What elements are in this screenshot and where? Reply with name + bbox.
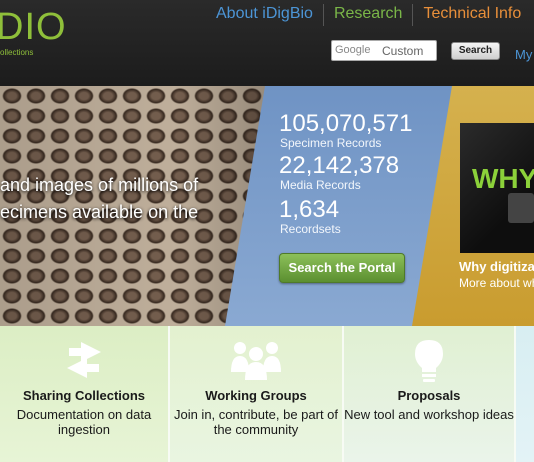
search-button[interactable]: Search — [451, 42, 500, 60]
video-more-link[interactable]: More about wh — [459, 276, 534, 290]
hero-banner: and images of millions of ecimens availa… — [0, 86, 534, 326]
main-nav: About iDigBio Research Technical Info — [206, 4, 531, 26]
recordsets-label: Recordsets — [280, 222, 341, 236]
media-records-label: Media Records — [280, 178, 361, 192]
camera-icon — [508, 193, 534, 223]
specimen-records-count: 105,070,571 — [279, 110, 413, 137]
media-records-count: 22,142,378 — [279, 152, 400, 179]
tile-title: Proposals — [397, 388, 461, 403]
nav-technical-info[interactable]: Technical Info — [413, 4, 531, 26]
tile-sharing-collections[interactable]: Sharing Collections Documentation on dat… — [0, 326, 168, 462]
site-header: DIO ollections About iDigBio Research Te… — [0, 0, 534, 86]
tile-title: Working Groups — [205, 388, 307, 403]
recordsets-count: 1,634 — [279, 196, 340, 223]
tile-description: Documentation on data ingestion — [16, 407, 152, 437]
my-account-link[interactable]: My — [515, 47, 532, 62]
logo-tagline: ollections — [0, 48, 34, 57]
tile-description: New tool and workshop ideas — [344, 407, 514, 422]
exchange-arrows-icon — [67, 342, 101, 378]
tile-proposals[interactable]: Proposals New tool and workshop ideas — [344, 326, 514, 462]
search-placeholder: Custom — [382, 44, 424, 58]
specimen-records-label: Specimen Records — [280, 136, 382, 150]
nav-research[interactable]: Research — [324, 4, 414, 26]
nav-about[interactable]: About iDigBio — [206, 4, 324, 26]
search-input[interactable]: Google Custom — [331, 40, 437, 61]
tile-working-groups[interactable]: Working Groups Join in, contribute, be p… — [170, 326, 342, 462]
hero-tagline: and images of millions of ecimens availa… — [0, 175, 199, 222]
video-title-link[interactable]: Why digitiza — [459, 259, 534, 274]
search-portal-button[interactable]: Search the Portal — [279, 253, 405, 283]
video-thumb-text: WHY — [472, 163, 534, 194]
tile-next[interactable] — [516, 326, 534, 462]
video-thumbnail[interactable]: WHY — [460, 123, 534, 253]
feature-tiles: Sharing Collections Documentation on dat… — [0, 326, 534, 462]
tile-description: Join in, contribute, be part of the comm… — [173, 407, 339, 437]
idigbio-logo[interactable]: DIO — [0, 6, 67, 49]
tile-title: Sharing Collections — [22, 388, 146, 403]
people-group-icon — [231, 342, 281, 380]
lightbulb-icon — [415, 340, 443, 382]
google-logo: Google — [335, 44, 371, 56]
